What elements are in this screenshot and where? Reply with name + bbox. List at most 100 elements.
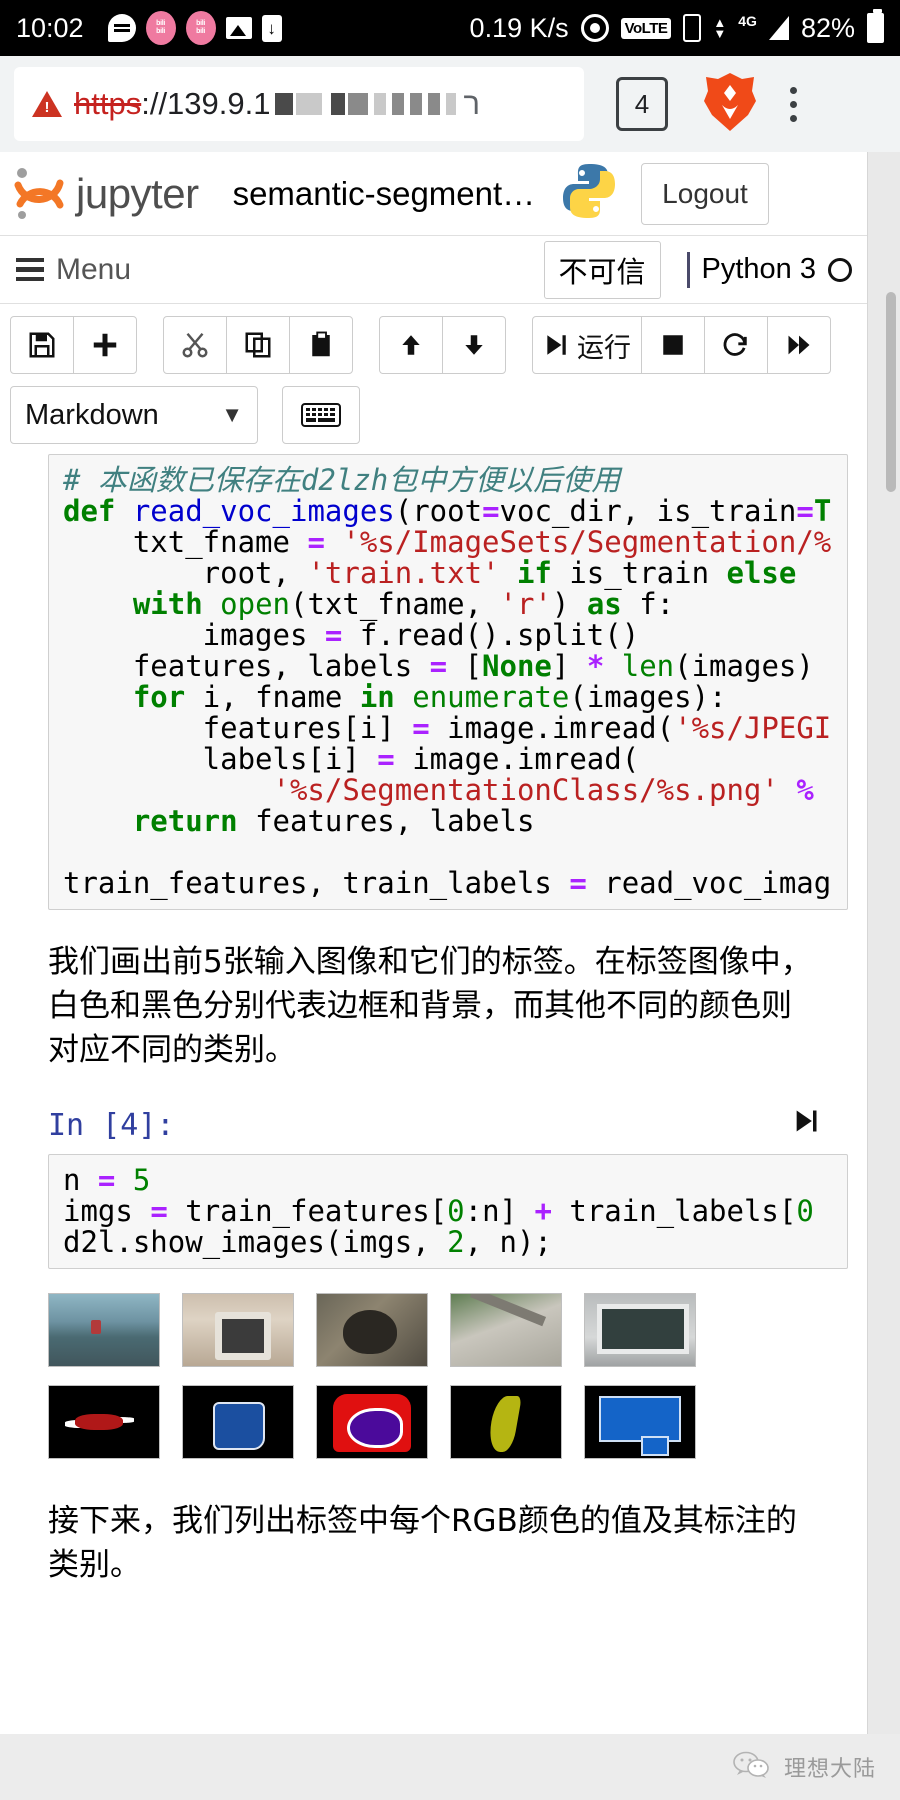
output-label-image — [48, 1385, 160, 1460]
code-token: return — [132, 804, 238, 839]
output-input-image — [48, 1293, 160, 1368]
redacted-block — [274, 93, 293, 115]
notebook-title[interactable]: semantic-segment… — [233, 175, 536, 213]
tab-count-button[interactable]: 4 — [616, 77, 668, 131]
run-cell-button[interactable]: 运行 — [532, 316, 642, 374]
keyboard-shortcuts-button[interactable] — [282, 386, 360, 444]
data-transfer-icon: ▲ ▼ — [713, 15, 727, 41]
markdown-paragraph-1[interactable]: 我们画出前5张输入图像和它们的标签。在标签图像中，白色和黑色分别代表边框和背景，… — [48, 940, 820, 1072]
insecure-warning-icon[interactable] — [32, 91, 62, 117]
jupyter-logo[interactable]: jupyter — [12, 163, 199, 225]
code-token: (root — [394, 494, 483, 529]
code-token: features, labels — [63, 649, 430, 684]
code-token: = — [569, 866, 587, 901]
overflow-menu-icon[interactable] — [790, 86, 797, 122]
code-token: ] — [551, 649, 587, 684]
code-cell-2[interactable]: n = 5 imgs = train_features[0:n] + train… — [48, 1154, 848, 1270]
toolbar-group-run: 运行 — [532, 316, 831, 374]
redacted-block — [295, 93, 322, 115]
vertical-scrollbar-track[interactable] — [868, 152, 900, 1800]
code-token: root, — [63, 556, 308, 591]
vertical-scrollbar-thumb[interactable] — [886, 292, 896, 492]
markdown-paragraph-2[interactable]: 接下来，我们列出标签中每个RGB颜色的值及其标注的类别。 — [48, 1499, 820, 1587]
code-cell-1-source[interactable]: # 本函数已保存在d2lzh包中方便以后使用 def read_voc_imag… — [63, 463, 833, 901]
output-label-image — [584, 1385, 696, 1460]
trust-status-badge[interactable]: 不可信 — [543, 240, 661, 299]
toolbar-group-move — [379, 316, 506, 374]
url-text: https://139.9.1 ר — [74, 86, 480, 122]
python-logo-icon — [561, 162, 617, 225]
redacted-block — [330, 93, 345, 115]
cell-type-select[interactable]: Markdown ▼ — [10, 386, 258, 444]
code-token: labels[i] — [63, 742, 378, 777]
code-token: read_voc_images — [132, 494, 395, 529]
output-input-image — [316, 1293, 428, 1368]
cell-output-images — [48, 1293, 868, 1460]
code-token: # 本函数已保存在d2lzh包中方便以后使用 — [63, 463, 621, 497]
output-label-image — [450, 1385, 562, 1460]
move-cell-down-button[interactable] — [442, 316, 506, 374]
browser-toolbar: https://139.9.1 ר 4 — [0, 56, 900, 152]
code-token: len — [621, 649, 675, 684]
vibrate-icon — [683, 14, 702, 42]
move-cell-up-button[interactable] — [379, 316, 443, 374]
output-input-image — [450, 1293, 562, 1368]
copy-cell-button[interactable] — [226, 316, 290, 374]
code-token: i, fname — [185, 680, 360, 715]
kernel-idle-icon — [828, 257, 852, 282]
jupyter-header: jupyter semantic-segment… Logout — [0, 152, 868, 236]
code-token: is_train — [551, 556, 727, 591]
restart-kernel-button[interactable] — [704, 316, 768, 374]
notebook-body: # 本函数已保存在d2lzh包中方便以后使用 def read_voc_imag… — [0, 454, 868, 1588]
code-token: = — [150, 1194, 168, 1229]
redacted-block — [409, 93, 422, 115]
interrupt-kernel-button[interactable] — [641, 316, 705, 374]
code-token: f.read().split() — [342, 618, 640, 653]
menu-button[interactable]: Menu — [16, 253, 131, 287]
redacted-block — [445, 93, 456, 115]
code-token: train_features[ — [167, 1194, 448, 1229]
code-token: open — [220, 587, 290, 622]
cut-cell-button[interactable] — [163, 316, 227, 374]
toolbar-group-file — [10, 316, 137, 374]
code-token: , n); — [464, 1225, 552, 1260]
insert-cell-button[interactable] — [73, 316, 137, 374]
kernel-indicator: Python 3 — [686, 251, 852, 288]
restart-run-all-button[interactable] — [767, 316, 831, 374]
code-token: 0 — [447, 1194, 465, 1229]
paste-cell-button[interactable] — [289, 316, 353, 374]
code-token: def — [63, 494, 133, 529]
save-button[interactable] — [10, 316, 74, 374]
jupyter-brand-label: jupyter — [76, 169, 199, 217]
address-bar[interactable]: https://139.9.1 ר — [14, 67, 584, 141]
code-token: = — [796, 494, 814, 529]
code-token: train_labels[ — [551, 1194, 797, 1229]
toolbar-group-edit — [163, 316, 353, 374]
code-token: 'r' — [499, 587, 552, 622]
brave-lion-icon[interactable] — [702, 71, 758, 138]
code-cell-2-source[interactable]: n = 5 imgs = train_features[0:n] + train… — [63, 1165, 833, 1258]
code-token: f: — [621, 587, 675, 622]
code-token: = — [412, 711, 430, 746]
status-bar-left: 10:02 bili bili bili bili — [16, 11, 282, 45]
code-token: (images) — [674, 649, 814, 684]
code-token: = — [307, 525, 325, 560]
logout-button[interactable]: Logout — [641, 162, 769, 225]
wechat-watermark-footer: 理想大陆 — [0, 1734, 900, 1800]
jupyter-menubar: Menu 不可信 Python 3 — [0, 236, 868, 304]
code-token: None — [482, 649, 552, 684]
code-token: d2l.show_images(imgs, — [63, 1225, 448, 1260]
output-row-labels — [48, 1385, 868, 1460]
code-token: '%s/SegmentationClass/%s.png' — [272, 773, 779, 808]
code-cell-1[interactable]: # 本函数已保存在d2lzh包中方便以后使用 def read_voc_imag… — [48, 454, 848, 911]
run-cell-inline-button[interactable] — [792, 1106, 820, 1144]
code-token: as — [586, 587, 622, 622]
menu-label: Menu — [56, 252, 132, 286]
status-bar-clock: 10:02 — [16, 12, 84, 43]
wechat-account-name: 理想大陆 — [783, 1756, 876, 1781]
jupyter-toolbar-secondary: Markdown ▼ — [0, 380, 868, 454]
signal-icon — [768, 16, 789, 40]
